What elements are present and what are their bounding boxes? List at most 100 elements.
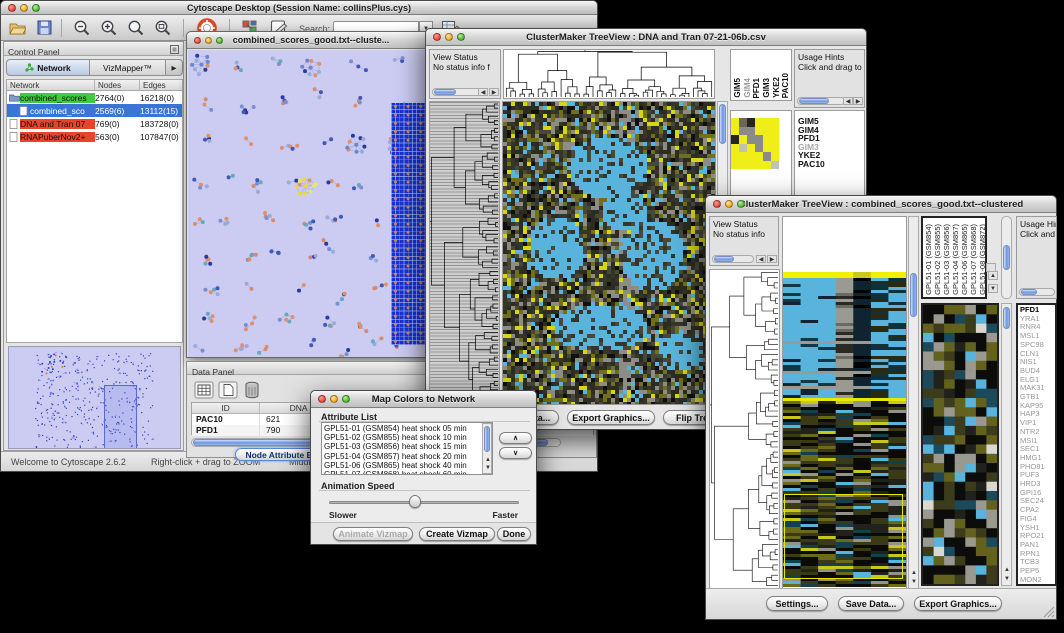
scroll-up-icon[interactable]: ▲ (483, 456, 493, 464)
tab-vizmapper[interactable]: VizMapper™ (90, 59, 166, 76)
minimize-icon[interactable] (330, 395, 338, 403)
zoom-in-icon[interactable] (100, 19, 118, 37)
network-row[interactable]: combined_sco2569(6)13112(15) (7, 104, 182, 117)
scroll-up-icon[interactable]: ▲ (1002, 566, 1012, 575)
zoom-icon[interactable] (457, 33, 465, 41)
tv2-settings-button[interactable]: Settings... (766, 596, 828, 611)
scroll-left-icon[interactable]: ◀ (478, 88, 488, 96)
data-col-id[interactable]: ID (192, 403, 260, 413)
tv2-gene-scrollbar[interactable]: ▲ ▼ (1001, 303, 1012, 586)
tv1-status-scrollbar[interactable] (432, 88, 484, 96)
animate-vizmap-button[interactable]: Animate Vizmap (333, 527, 413, 541)
network-view-titlebar[interactable]: combined_scores_good.txt--cluste... (187, 32, 435, 49)
float-panel-icon[interactable] (170, 45, 179, 54)
zoom-out-icon[interactable] (73, 19, 91, 37)
view-status-text: No status info f (430, 62, 500, 72)
attribute-list-item[interactable]: GPL51-06 (GSM865) heat shock 40 min (324, 461, 492, 470)
scroll-left-icon[interactable]: ◀ (756, 255, 766, 263)
tab-overflow-button[interactable]: ▶ (166, 59, 183, 76)
resize-grip-icon[interactable] (1043, 606, 1055, 618)
attribute-list-item[interactable]: GPL51-03 (GSM856) heat shock 15 min (324, 442, 492, 451)
move-up-button[interactable]: ∧ (499, 432, 532, 444)
speed-slider-thumb[interactable] (409, 495, 421, 508)
zoom-icon[interactable] (342, 395, 350, 403)
tv2-row-dendrogram[interactable] (709, 269, 780, 589)
tv2-hints-scrollbar[interactable] (1019, 288, 1055, 296)
scroll-left-icon[interactable]: ◀ (843, 97, 853, 105)
minimize-icon[interactable] (445, 33, 453, 41)
minimize-icon[interactable] (725, 200, 733, 208)
zoom-icon[interactable] (216, 37, 223, 44)
scroll-down-icon[interactable]: ▼ (909, 578, 919, 587)
submatrix-cell (763, 127, 771, 136)
column-label: GPL51-01 (GSM854) (924, 224, 933, 295)
network-row[interactable]: DNA and Tran 07769(0)183728(0) (7, 117, 182, 130)
tv2-status-scrollbar[interactable] (712, 255, 754, 263)
tv1-export-graphics-button[interactable]: Export Graphics... (567, 410, 655, 425)
col-edges[interactable]: Edges (140, 80, 182, 90)
tv2-zoom-matrix[interactable] (921, 303, 999, 586)
network-row-name: combined_scores (20, 93, 95, 103)
tab-network[interactable]: Network (6, 59, 90, 76)
col-nodes[interactable]: Nodes (95, 80, 140, 90)
done-button[interactable]: Done (497, 527, 531, 541)
scroll-right-icon[interactable]: ▶ (767, 255, 777, 263)
col-network[interactable]: Network (7, 80, 95, 90)
attribute-list-item[interactable]: GPL51-07 (GSM868) heat shock 60 min (324, 470, 492, 475)
treeview1-titlebar[interactable]: ClusterMaker TreeView : DNA and Tran 07-… (426, 29, 866, 46)
submatrix-cell (731, 135, 739, 144)
scroll-down-icon[interactable]: ▼ (1002, 575, 1012, 584)
tv1-hints-scrollbar[interactable] (797, 97, 845, 105)
tv2-labels-scrollbar[interactable] (1001, 216, 1012, 299)
new-attribute-icon[interactable] (218, 381, 238, 399)
tv1-column-dendrogram[interactable] (503, 49, 715, 99)
tv2-vscrollbar[interactable]: ▲ ▼ (908, 216, 919, 589)
network-row-name: combined_sco (30, 106, 95, 116)
close-icon[interactable] (433, 33, 441, 41)
attribute-list-item[interactable]: GPL51-01 (GSM854) heat shock 05 min (324, 424, 492, 433)
overview-viewport-rect[interactable] (104, 385, 137, 449)
zoom-selected-icon[interactable] (154, 19, 172, 37)
scroll-up-icon[interactable]: ▲ (988, 271, 998, 280)
zoom-icon[interactable] (32, 4, 40, 12)
tv1-row-dendrogram[interactable] (429, 101, 500, 405)
create-vizmap-button[interactable]: Create Vizmap (419, 527, 495, 541)
scroll-down-icon[interactable]: ▼ (988, 284, 998, 293)
open-file-icon[interactable] (9, 20, 26, 35)
attribute-list-scrollbar[interactable]: ▲ ▼ (482, 423, 492, 474)
speed-slider-track[interactable] (329, 501, 519, 504)
close-icon[interactable] (713, 200, 721, 208)
close-icon[interactable] (318, 395, 326, 403)
delete-attribute-icon[interactable] (243, 380, 261, 400)
minimize-icon[interactable] (205, 37, 212, 44)
tv2-export-graphics-button[interactable]: Export Graphics... (914, 596, 1002, 611)
attribute-listbox[interactable]: GPL51-01 (GSM854) heat shock 05 minGPL51… (321, 422, 493, 475)
scroll-right-icon[interactable]: ▶ (489, 88, 499, 96)
attribute-list-item[interactable]: GPL51-02 (GSM855) heat shock 10 min (324, 433, 492, 442)
network-row[interactable]: combined_scores2764(0)16218(0) (7, 91, 182, 104)
scroll-down-icon[interactable]: ▼ (483, 464, 493, 472)
treeview2-titlebar[interactable]: ClusterMaker TreeView : combined_scores_… (706, 196, 1056, 213)
tv1-heatmap[interactable] (502, 101, 716, 405)
main-titlebar[interactable]: Cytoscape Desktop (Session Name: collins… (1, 1, 597, 15)
scroll-up-icon[interactable]: ▲ (909, 569, 919, 578)
tv2-save-data-button[interactable]: Save Data... (838, 596, 904, 611)
network-canvas[interactable] (188, 50, 434, 357)
tv2-heatmap[interactable] (782, 216, 907, 589)
zoom-fit-icon[interactable] (127, 19, 145, 37)
dialog-titlebar[interactable]: Map Colors to Network (311, 391, 536, 408)
save-icon[interactable] (37, 20, 52, 35)
attribute-list-item[interactable]: GPL51-04 (GSM857) heat shock 20 min (324, 452, 492, 461)
scroll-right-icon[interactable]: ▶ (853, 97, 863, 105)
cell-id: PAC10 (192, 414, 260, 425)
submatrix-cell (755, 127, 763, 136)
close-icon[interactable] (194, 37, 201, 44)
submatrix-cell (747, 152, 755, 161)
attribute-select-icon[interactable] (194, 381, 214, 399)
network-overview[interactable] (8, 346, 181, 449)
zoom-icon[interactable] (737, 200, 745, 208)
move-down-button[interactable]: ∨ (499, 447, 532, 459)
minimize-icon[interactable] (20, 4, 28, 12)
close-icon[interactable] (8, 4, 16, 12)
network-row[interactable]: RNAPuberNov2+563(0)107847(0) (7, 130, 182, 143)
